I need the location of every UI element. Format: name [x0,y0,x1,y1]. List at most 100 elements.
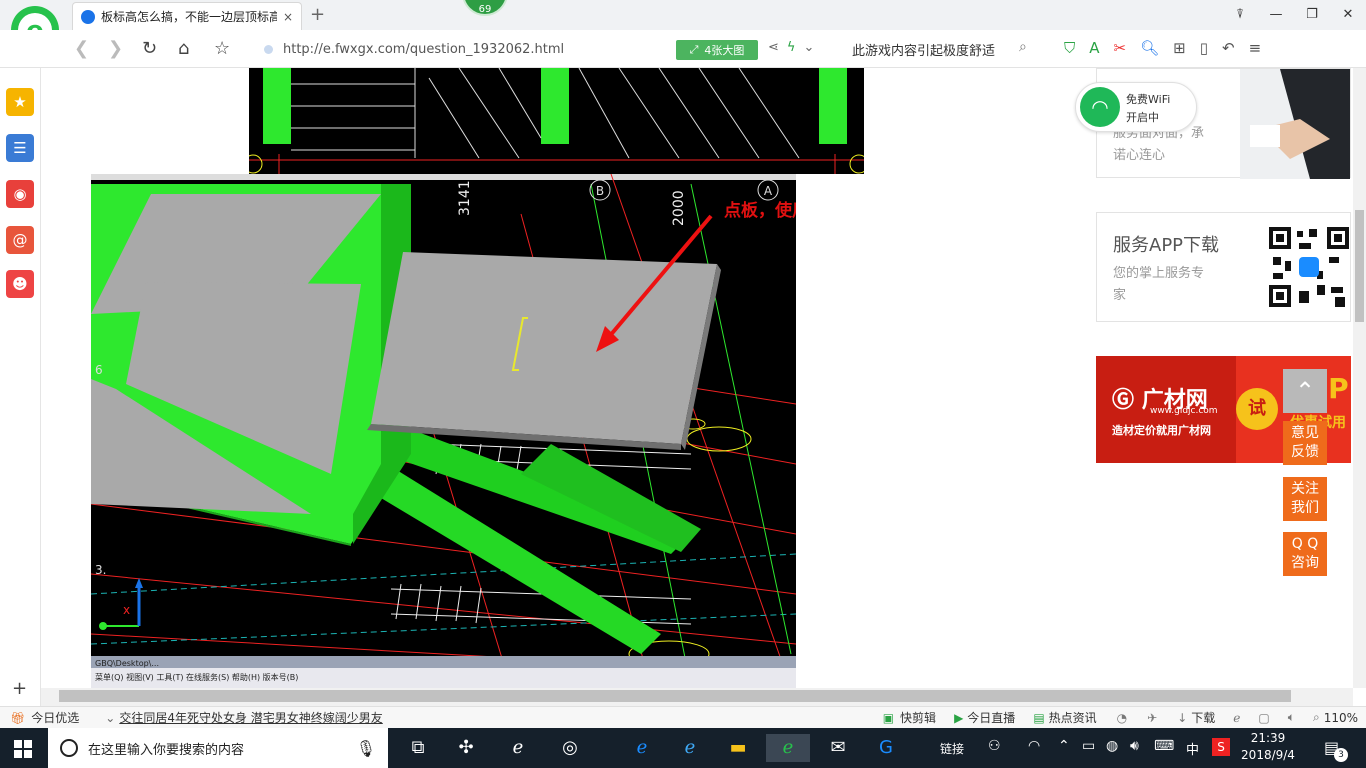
qr-code [1269,227,1349,307]
window-icon[interactable]: ▢ [1258,711,1269,725]
site-security-icon [264,44,273,54]
app-download-card[interactable]: 服务APP下载 您的掌上服务专 家 [1096,212,1351,322]
back-to-top-icon[interactable]: ⌃ [1283,369,1327,413]
mail-icon[interactable]: @ [6,226,34,254]
green-browser-task-icon[interactable]: ℯ [766,734,810,762]
notification-badge[interactable]: 69 [462,0,508,16]
app-card-desc-2: 家 [1113,288,1127,303]
cortana-icon [60,739,78,757]
shield-icon[interactable]: ⛉ [1064,39,1075,57]
sidebar: ★ ☰ ◉ @ ☻ + [0,68,41,706]
restore-button[interactable]: ❐ [1294,0,1330,30]
tab-close-icon[interactable]: × [283,10,293,24]
feedback-button[interactable]: 意见 反馈 [1283,421,1327,465]
edge-icon[interactable]: ℯ [628,734,656,762]
browser-mini-icon[interactable]: ℯ [1233,711,1240,725]
zoom-level[interactable]: 110% [1324,711,1358,725]
close-window-button[interactable]: ✕ [1330,0,1366,30]
horizontal-scrollbar[interactable] [41,688,1353,706]
list-icon[interactable]: ☰ [6,134,34,162]
home-icon[interactable]: ⌂ [178,38,189,59]
g-app-icon[interactable]: G [872,734,900,762]
horizontal-scroll-thumb[interactable] [59,690,1291,702]
undo-icon[interactable]: ↶ [1222,39,1235,57]
star-icon[interactable]: ☆ [214,38,230,59]
ime-icon[interactable]: S [1212,738,1230,756]
keyboard-icon[interactable]: ⌨ [1154,738,1174,754]
input-language[interactable]: 中 [1186,739,1199,758]
download-link[interactable]: 下载 [1191,709,1215,726]
volume-tray-icon[interactable]: 🔊︎ [1130,738,1139,754]
follow-label-1: 关注 [1291,481,1319,497]
tab-title: 板标高怎么搞，不能一边层顶标高 [101,10,277,24]
weibo-icon[interactable]: ◉ [6,180,34,208]
people-icon[interactable]: ⚇ [988,738,1001,754]
taskbar-search[interactable]: 在这里输入你要搜索的内容 🎙︎ [48,728,388,768]
clock[interactable]: 21:39 2018/9/4 [1236,730,1300,764]
cad-axis-b: B [596,184,604,198]
cad-dimension-3141: 3141 [457,180,473,216]
mail-task-icon[interactable]: ✉ [824,734,852,762]
magnifier-icon[interactable]: 🔍︎ [1140,39,1159,57]
back-icon[interactable]: ❮ [74,38,89,59]
wifi-tray-icon[interactable]: ◠ [1028,738,1040,754]
window-controls: ⍒ — ❐ ✕ [1222,0,1366,30]
hot-news-link[interactable]: 热点资讯 [1049,709,1097,726]
chevron-down-icon: ⌄ [105,710,116,725]
scissors-icon[interactable]: ✂ [1114,39,1127,57]
volume-icon[interactable]: 🔈︎ [1288,710,1295,725]
game-icon[interactable]: ☻ [6,270,34,298]
phone-icon[interactable]: ▯ [1200,39,1208,57]
favorites-icon[interactable]: ★ [6,88,34,116]
skin-icon[interactable]: ⍒ [1222,0,1258,30]
zoom-icon[interactable]: ⌕ [1313,710,1320,725]
news-headline[interactable]: 交往同居4年死守处女身 潜宅男女神终嫁阔少男友 [119,709,382,726]
translate-icon[interactable]: A [1089,39,1099,57]
share-icon[interactable]: ⋖ [768,40,779,55]
gift-icon: 🎁︎ [10,710,26,725]
sidebar-add-button[interactable]: + [12,678,27,699]
live-link[interactable]: 今日直播 [967,709,1015,726]
360-app-icon[interactable]: ◎ [556,734,584,762]
url-text[interactable]: http://e.fwxgx.com/question_1932062.html [283,42,564,57]
today-picks[interactable]: 今日优选 [31,709,79,726]
follow-button[interactable]: 关注 我们 [1283,477,1327,521]
network-icon[interactable]: ◍ [1106,738,1118,754]
menu-icon[interactable]: ≡ [1249,39,1262,57]
large-image-button[interactable]: ⤢ 4张大图 [676,40,758,60]
wifi-widget[interactable]: ◠ 免费WiFi 开启中 [1075,82,1197,132]
page-content: 3141 2000 B A 6 3. 点板，使用三点定义斜板功能 x GBQ\D… [41,68,1353,688]
links-toolbar[interactable]: 链接 [940,740,964,757]
pin-icon[interactable]: ✈ [1147,711,1157,725]
battery-icon[interactable]: ▭ [1082,738,1095,754]
search-icon[interactable]: ⌕ [1019,39,1027,55]
apps-icon[interactable]: ⊞ [1173,39,1186,57]
microphone-icon[interactable]: 🎙︎ [356,739,376,758]
cad-menu-bar: 菜单(Q) 视图(V) 工具(T) 在线服务(S) 帮助(H) 版本号(B) [95,672,298,682]
windows-start-icon[interactable] [14,740,32,758]
task-view-icon[interactable]: ⧉ [404,734,432,762]
qq-consult-button[interactable]: Q Q 咨询 [1283,532,1327,576]
ie-old-icon[interactable]: ℯ [504,734,532,762]
chevron-down-icon[interactable]: ⌄ [803,40,814,55]
search-suggestion[interactable]: 此游戏内容引起极度舒适 [852,40,995,59]
banner-domain: www.gldjc.com [1150,406,1218,416]
minimize-button[interactable]: — [1258,0,1294,30]
vertical-scrollbar[interactable] [1353,68,1366,688]
lightning-icon[interactable]: ϟ [787,40,796,55]
forward-icon[interactable]: ❯ [108,38,123,59]
cad-label-6: 6 [95,363,103,377]
new-tab-button[interactable]: + [310,4,325,25]
fan-app-icon[interactable]: ✣ [452,734,480,762]
browser-tab[interactable]: 板标高怎么搞，不能一边层顶标高 × [72,2,302,30]
wifi-label-2: 开启中 [1126,111,1159,124]
vertical-scroll-thumb[interactable] [1355,210,1364,322]
speed-icon[interactable]: ◔ [1117,711,1127,725]
refresh-icon[interactable]: ↻ [142,38,157,59]
tray-chevron-up-icon[interactable]: ⌃ [1058,738,1070,754]
url-field[interactable]: http://e.fwxgx.com/question_1932062.html [256,36,666,62]
ie-icon[interactable]: ℯ [676,734,704,762]
quick-cut-link[interactable]: 快剪辑 [900,709,936,726]
banner-try: 试 [1236,388,1278,430]
file-explorer-icon[interactable]: ▬ [724,734,752,762]
